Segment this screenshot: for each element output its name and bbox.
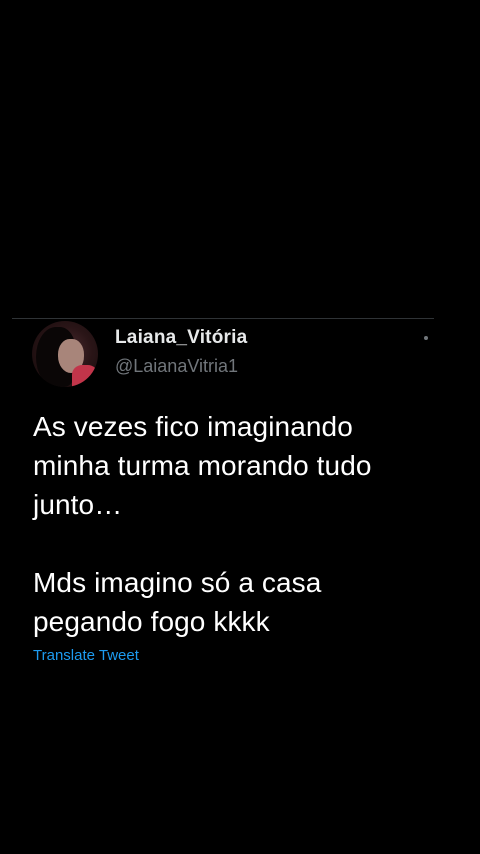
avatar[interactable] [32,321,98,387]
display-name[interactable]: Laiana_Vitória [115,327,247,349]
top-divider [12,318,434,319]
avatar-shirt [72,365,98,387]
translate-tweet-link[interactable]: Translate Tweet [33,647,139,664]
tweet-text: As vezes fico imaginando minha turma mor… [33,411,372,637]
more-options-icon[interactable] [424,336,428,340]
user-handle[interactable]: @LaianaVitria1 [115,356,238,377]
